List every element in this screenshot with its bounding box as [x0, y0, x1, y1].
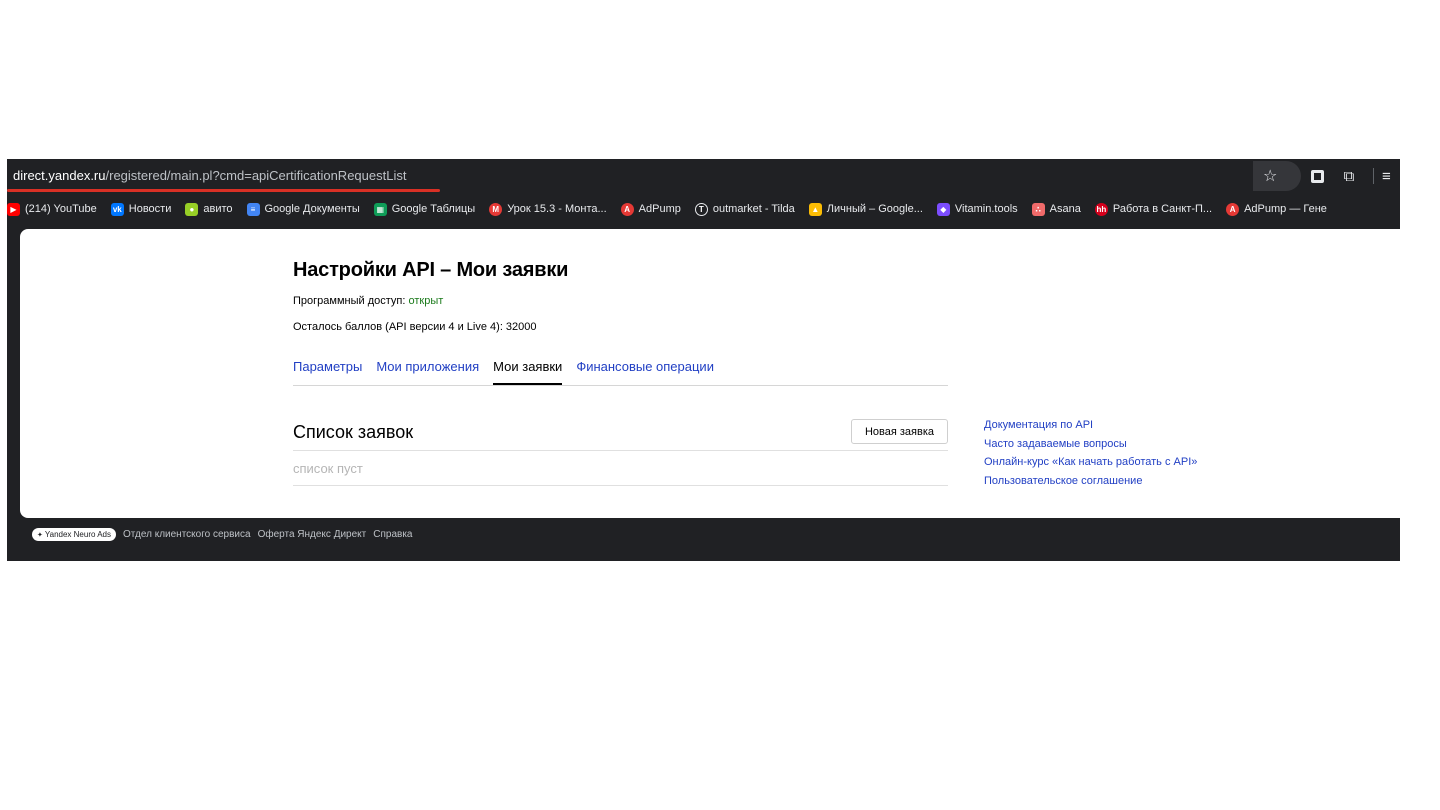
adpump-icon: A: [1226, 202, 1240, 216]
access-status: открыт: [408, 295, 444, 307]
sparkle-icon: ✦: [37, 531, 43, 539]
bookmarks-bar: ▶ (214) YouTube vk Новости ● авито ≡ Google Док…: [7, 196, 1400, 222]
url-text[interactable]: direct.yandex.ru/registered/main.pl?cmd=…: [13, 168, 406, 183]
bookmark-label: outmarket - Tilda: [712, 203, 795, 215]
address-bar[interactable]: direct.yandex.ru/registered/main.pl?cmd=…: [7, 159, 1400, 193]
adpump-icon: A: [620, 202, 634, 216]
bookmark-label: Google Документы: [264, 203, 360, 215]
list-divider-top: [293, 450, 948, 451]
url-path: /registered/main.pl?cmd=apiCertification…: [105, 168, 407, 183]
link-api-docs[interactable]: Документация по API: [984, 418, 1197, 437]
bookmark-item[interactable]: ● авито: [185, 202, 233, 216]
bookmark-item[interactable]: ▦ Google Таблицы: [373, 202, 476, 216]
requests-list-title: Список заявок: [293, 422, 414, 442]
settings-tabs: Параметры Мои приложения Мои заявки Фина…: [293, 359, 948, 386]
bookmark-label: Новости: [128, 203, 172, 215]
points-remaining: Осталось баллов (API версии 4 и Live 4):…: [293, 321, 537, 333]
bookmark-item[interactable]: ▶ (214) YouTube: [7, 202, 97, 216]
access-label: Программный доступ:: [293, 295, 409, 307]
bookmark-item[interactable]: ▲ Личный – Google...: [808, 202, 923, 216]
google-sheets-icon: ▦: [373, 202, 387, 216]
page-title: Настройки API – Мои заявки: [293, 259, 569, 281]
bookmark-item[interactable]: Toutmarket - Tilda: [694, 202, 795, 216]
toolbar-divider: [1373, 168, 1374, 184]
link-user-agreement[interactable]: Пользовательское соглашение: [984, 474, 1197, 493]
bookmark-label: Google Таблицы: [391, 203, 476, 215]
bookmark-item[interactable]: ◆ Vitamin.tools: [936, 202, 1018, 216]
footer-link-help[interactable]: Справка: [373, 529, 412, 540]
bookmark-label: AdPump: [638, 203, 681, 215]
avito-icon: ●: [185, 202, 199, 216]
link-online-course[interactable]: Онлайн-курс «Как начать работать с API»: [984, 455, 1197, 474]
bookmark-item[interactable]: A AdPump: [620, 202, 681, 216]
tab-parameters[interactable]: Параметры: [293, 359, 362, 385]
bookmark-item[interactable]: ≡ Google Документы: [246, 202, 360, 216]
vk-icon: vk: [110, 202, 124, 216]
neuro-ads-label: Yandex Neuro Ads: [44, 530, 111, 539]
url-host: direct.yandex.ru: [13, 168, 106, 183]
lesson-icon: M: [489, 202, 503, 216]
link-faq[interactable]: Часто задаваемые вопросы: [984, 437, 1197, 456]
bookmark-item[interactable]: hh Работа в Санкт-П...: [1094, 202, 1213, 216]
bookmark-label: Личный – Google...: [826, 203, 923, 215]
browser-window: direct.yandex.ru/registered/main.pl?cmd=…: [7, 159, 1400, 561]
new-request-button[interactable]: Новая заявка: [851, 419, 948, 444]
access-line: Программный доступ: открыт: [293, 295, 443, 307]
bookmark-label: Asana: [1049, 203, 1081, 215]
list-divider-bottom: [293, 485, 948, 486]
side-links: Документация по API Часто задаваемые воп…: [984, 418, 1197, 492]
youtube-icon: ▶: [7, 202, 20, 216]
bookmark-item[interactable]: M Урок 15.3 - Монта...: [489, 202, 607, 216]
tab-my-requests[interactable]: Мои заявки: [493, 359, 563, 385]
empty-list-text: список пуст: [293, 461, 363, 476]
vitamin-icon: ◆: [936, 202, 950, 216]
footer-link-offer[interactable]: Оферта Яндекс Директ: [258, 529, 367, 540]
extension-icon[interactable]: [1301, 161, 1333, 191]
bookmark-item[interactable]: ∴ Asana: [1031, 202, 1081, 216]
bookmark-label: (214) YouTube: [25, 203, 97, 215]
bookmark-label: AdPump — Гене: [1244, 203, 1327, 215]
google-docs-icon: ≡: [246, 202, 260, 216]
bookmark-item[interactable]: vk Новости: [110, 202, 172, 216]
bookmark-label: Работа в Санкт-П...: [1112, 203, 1213, 215]
puzzle-icon[interactable]: ⧉: [1333, 161, 1365, 191]
bookmark-label: Vitamin.tools: [954, 203, 1018, 215]
page-content: Настройки API – Мои заявки Программный д…: [20, 229, 1400, 518]
google-drive-icon: ▲: [808, 202, 822, 216]
star-icon[interactable]: ☆: [1253, 161, 1301, 191]
bookmark-item[interactable]: A AdPump — Гене: [1226, 202, 1327, 216]
tilda-icon: T: [694, 202, 708, 216]
bookmark-label: авито: [203, 203, 233, 215]
hh-icon: hh: [1094, 202, 1108, 216]
media-control-icon[interactable]: ≡: [1382, 161, 1400, 191]
tab-financial-operations[interactable]: Финансовые операции: [576, 359, 714, 385]
page-loading-bar: [7, 189, 440, 192]
bookmark-label: Урок 15.3 - Монта...: [507, 203, 607, 215]
tab-my-apps[interactable]: Мои приложения: [376, 359, 479, 385]
footer-link-client-service[interactable]: Отдел клиентского сервиса: [123, 529, 251, 540]
asana-icon: ∴: [1031, 202, 1045, 216]
toolbar-icons: ☆ ⧉ ≡: [1253, 159, 1400, 193]
neuro-ads-badge[interactable]: ✦ Yandex Neuro Ads: [32, 528, 116, 541]
footer: ✦ Yandex Neuro Ads Отдел клиентского сер…: [32, 528, 419, 541]
